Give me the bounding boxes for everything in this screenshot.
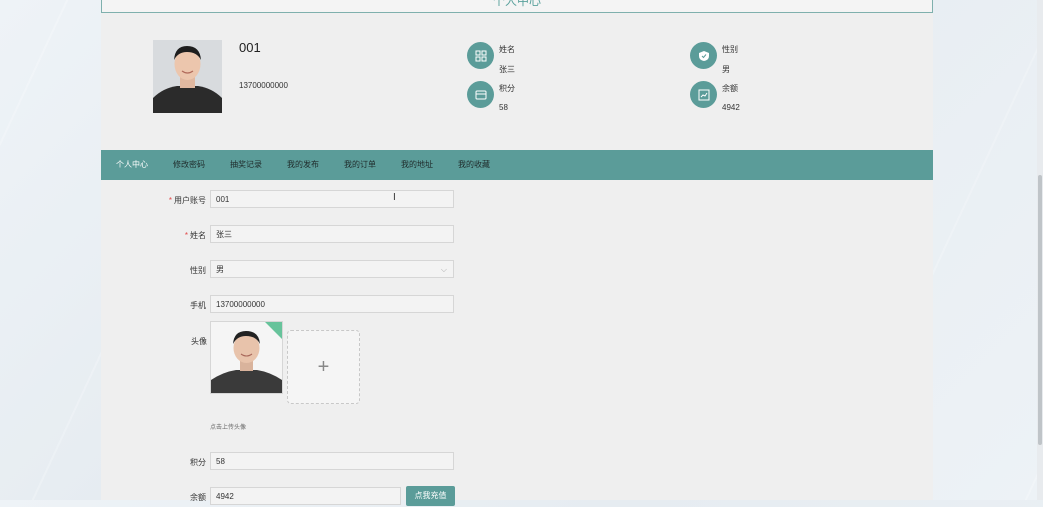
tab-my-favorites[interactable]: 我的收藏 [458,150,490,180]
upload-button[interactable]: + [287,330,360,404]
points-row: 积分 58 [150,452,460,472]
name-input[interactable]: 张三 [210,225,454,243]
scrollbar[interactable] [1037,0,1043,500]
required-mark: * [168,196,172,205]
upload-hint: 点击上传头像 [210,425,247,431]
balance-input[interactable]: 4942 [210,487,401,505]
name-row: * 姓名 张三 [150,225,460,245]
account-input[interactable]: 001 [210,190,454,208]
recharge-button[interactable]: 点我充值 [406,486,455,506]
account-row: * 用户账号 001 [150,190,460,210]
stat-points: 积分 58 [467,81,617,115]
required-mark: * [184,231,188,240]
chevron-down-icon: ⌵ [440,265,447,274]
tab-lottery-records[interactable]: 抽奖记录 [230,150,262,180]
avatar [153,40,222,113]
avatar-preview[interactable] [210,321,283,394]
tab-my-address[interactable]: 我的地址 [401,150,433,180]
page-title: 个人中心 [492,0,541,8]
gender-row: 性别 男 ⌵ [150,260,460,280]
shield-icon [690,42,717,69]
scroll-thumb[interactable] [1038,175,1042,445]
phone-input[interactable]: 13700000000 [210,295,454,313]
tab-my-posts[interactable]: 我的发布 [287,150,319,180]
stat-balance: 余额 4942 [690,81,840,115]
plus-icon: + [317,355,330,378]
text-cursor-icon: I [393,192,396,203]
chart-icon [690,81,717,108]
tab-my-orders[interactable]: 我的订单 [344,150,376,180]
header-bar: 个人中心 [101,0,933,13]
tab-change-password[interactable]: 修改密码 [173,150,205,180]
grid-icon [467,42,494,69]
phone-row: 手机 13700000000 [150,295,460,315]
stat-name: 姓名 张三 [467,42,617,76]
user-id: 001 [239,40,261,55]
stat-gender: 性别 男 [690,42,840,76]
avatar-label: 头像 [191,337,207,346]
tab-nav: 个人中心 修改密码 抽奖记录 我的发布 我的订单 我的地址 我的收藏 [101,150,933,180]
user-phone: 13700000000 [239,81,288,90]
wallet-icon [467,81,494,108]
balance-row: 余额 4942 [150,487,410,507]
gender-select[interactable]: 男 ⌵ [210,260,454,278]
tab-personal-center[interactable]: 个人中心 [116,150,148,180]
points-input[interactable]: 58 [210,452,454,470]
